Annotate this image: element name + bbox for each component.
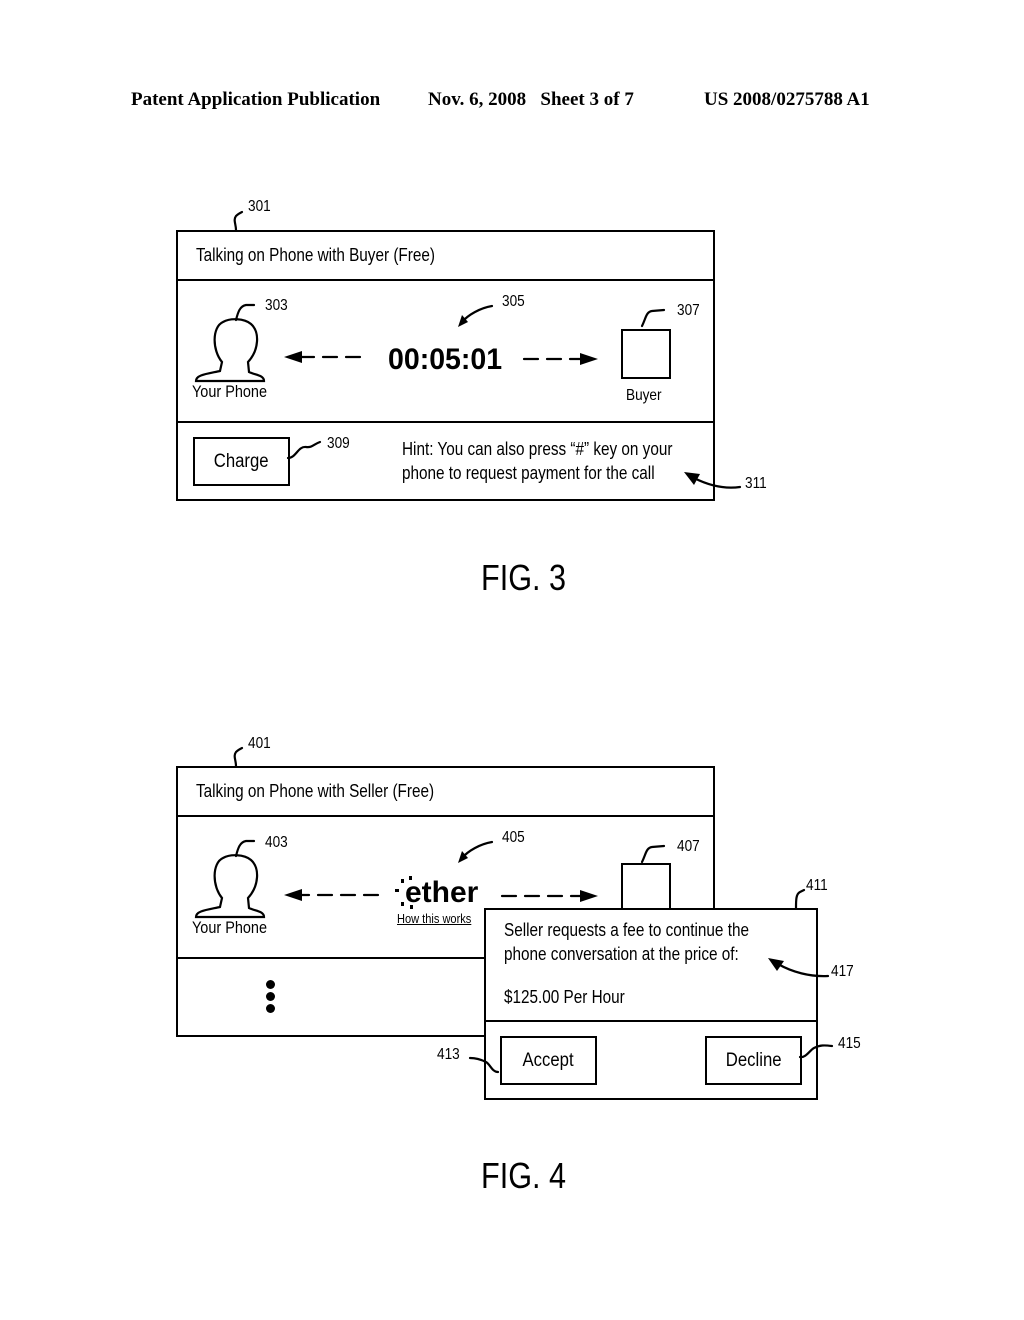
ref-303: 303 <box>265 297 288 314</box>
ref-305: 305 <box>502 293 525 310</box>
ref-307: 307 <box>677 302 700 319</box>
fee-message-line-2: phone conversation at the price of: <box>504 944 739 964</box>
buyer-avatar <box>621 329 671 379</box>
charge-button[interactable]: Charge <box>193 437 290 486</box>
date-sheet-label: Nov. 6, 2008 Sheet 3 of 7 <box>428 89 634 110</box>
leader-411 <box>794 888 806 910</box>
how-this-works-link[interactable]: How this works <box>397 911 471 926</box>
ref-301: 301 <box>248 198 271 215</box>
fig3-your-phone-label: Your Phone <box>192 382 267 401</box>
fig4-title-bar: Talking on Phone with Seller (Free) <box>178 768 713 817</box>
line-art <box>194 210 834 1074</box>
fee-price: $125.00 Per Hour <box>504 987 625 1007</box>
fig4-window-title: Talking on Phone with Seller (Free) <box>196 781 435 801</box>
fig3-call-window: Talking on Phone with Buyer (Free) Your … <box>176 230 715 501</box>
ref-401: 401 <box>248 735 271 752</box>
fig4-caption: FIG. 4 <box>481 1155 567 1196</box>
ref-411: 411 <box>806 877 828 894</box>
hint-line-2: phone to request payment for the call <box>402 463 655 483</box>
fee-message-line-1: Seller requests a fee to continue the <box>504 920 749 940</box>
ref-311: 311 <box>745 475 767 492</box>
fee-request-dialog: Seller requests a fee to continue the ph… <box>484 908 818 1100</box>
charge-button-label: Charge <box>214 450 269 472</box>
ref-405: 405 <box>502 829 525 846</box>
fee-request-message: Seller requests a fee to continue the ph… <box>486 910 816 1022</box>
publication-label: Patent Application Publication <box>131 89 381 110</box>
decline-button[interactable]: Decline <box>705 1036 802 1085</box>
ref-407: 407 <box>677 838 700 855</box>
ref-415: 415 <box>838 1035 861 1052</box>
fig3-caption: FIG. 3 <box>481 557 567 598</box>
ref-403: 403 <box>265 834 288 851</box>
ref-413: 413 <box>437 1046 460 1063</box>
leader-301 <box>233 210 244 232</box>
buyer-label: Buyer <box>626 387 662 404</box>
accept-button-label: Accept <box>522 1049 575 1071</box>
vertical-ellipsis-icon[interactable] <box>264 980 278 1016</box>
fig3-call-panel: Your Phone 00:05:01 Buyer <box>178 281 713 423</box>
ref-309: 309 <box>327 435 350 452</box>
ether-logo: ether <box>405 876 479 909</box>
fig3-window-title: Talking on Phone with Buyer (Free) <box>196 245 435 265</box>
fig3-title-bar: Talking on Phone with Buyer (Free) <box>178 232 713 281</box>
patent-number: US 2008/0275788 A1 <box>704 89 870 110</box>
decline-button-label: Decline <box>725 1049 782 1071</box>
accept-button[interactable]: Accept <box>500 1036 597 1085</box>
leader-401 <box>233 746 244 768</box>
call-timer: 00:05:01 <box>388 343 503 376</box>
hint-line-1: Hint: You can also press “#” key on your <box>402 439 673 459</box>
ref-417: 417 <box>831 963 854 980</box>
fig4-your-phone-label: Your Phone <box>192 918 267 937</box>
